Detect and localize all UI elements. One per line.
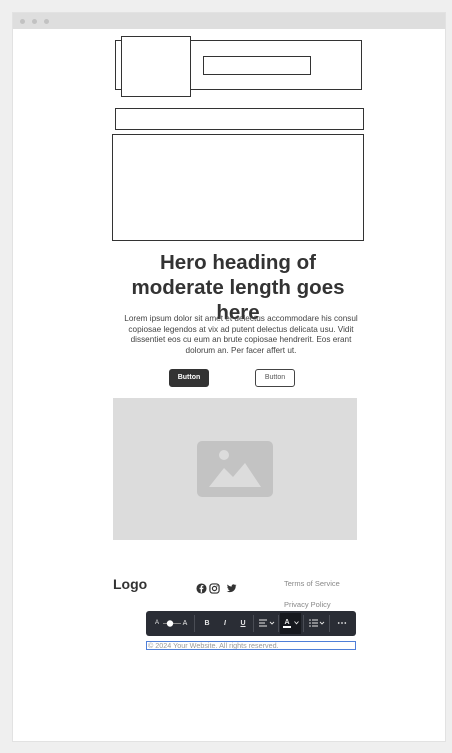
window-chrome bbox=[13, 13, 445, 29]
browser-window: Hero heading of moderate length goes her… bbox=[12, 12, 446, 742]
toolbar-divider bbox=[253, 615, 254, 632]
bar-placeholder bbox=[115, 108, 364, 130]
more-options-button[interactable]: ⋯ bbox=[335, 611, 349, 636]
list-icon[interactable] bbox=[309, 619, 325, 628]
align-icon[interactable] bbox=[259, 619, 275, 628]
content-placeholder bbox=[112, 134, 364, 241]
nav-placeholder bbox=[203, 56, 311, 75]
footer-link-privacy[interactable]: Privacy Policy bbox=[284, 600, 331, 609]
font-size-small-label: A bbox=[154, 620, 159, 626]
image-icon bbox=[197, 441, 273, 497]
toolbar-divider bbox=[194, 615, 195, 632]
window-dot bbox=[32, 19, 37, 24]
bold-button[interactable]: B bbox=[201, 611, 213, 636]
color-swatch bbox=[283, 626, 291, 628]
footer-link-terms[interactable]: Terms of Service bbox=[284, 579, 340, 588]
window-dot bbox=[20, 19, 25, 24]
secondary-button[interactable]: Button bbox=[255, 369, 295, 387]
font-size-slider[interactable] bbox=[163, 619, 181, 628]
image-placeholder bbox=[113, 398, 357, 540]
instagram-icon[interactable] bbox=[209, 583, 220, 594]
font-size-large-label: A bbox=[182, 620, 188, 627]
underline-button[interactable]: U bbox=[237, 611, 249, 636]
toolbar-divider bbox=[278, 615, 279, 632]
text-color-button[interactable]: A bbox=[280, 613, 301, 634]
toolbar-divider bbox=[329, 615, 330, 632]
italic-button[interactable]: I bbox=[219, 611, 231, 636]
footer-logo[interactable]: Logo bbox=[113, 576, 147, 592]
window-dot bbox=[44, 19, 49, 24]
toolbar-divider bbox=[303, 615, 304, 632]
copyright-text[interactable]: © 2024 Your Website. All rights reserved… bbox=[146, 641, 356, 650]
chevron-down-icon bbox=[294, 621, 299, 625]
text-format-toolbar: A A B I U A ⋯ bbox=[146, 611, 356, 636]
twitter-icon[interactable] bbox=[226, 583, 237, 594]
primary-button[interactable]: Button bbox=[169, 369, 209, 387]
logo-placeholder bbox=[121, 36, 191, 97]
text-color-label: A bbox=[284, 619, 290, 626]
hero-paragraph: Lorem ipsum dolor sit amet et delectus a… bbox=[124, 314, 358, 355]
facebook-icon[interactable] bbox=[196, 583, 207, 594]
